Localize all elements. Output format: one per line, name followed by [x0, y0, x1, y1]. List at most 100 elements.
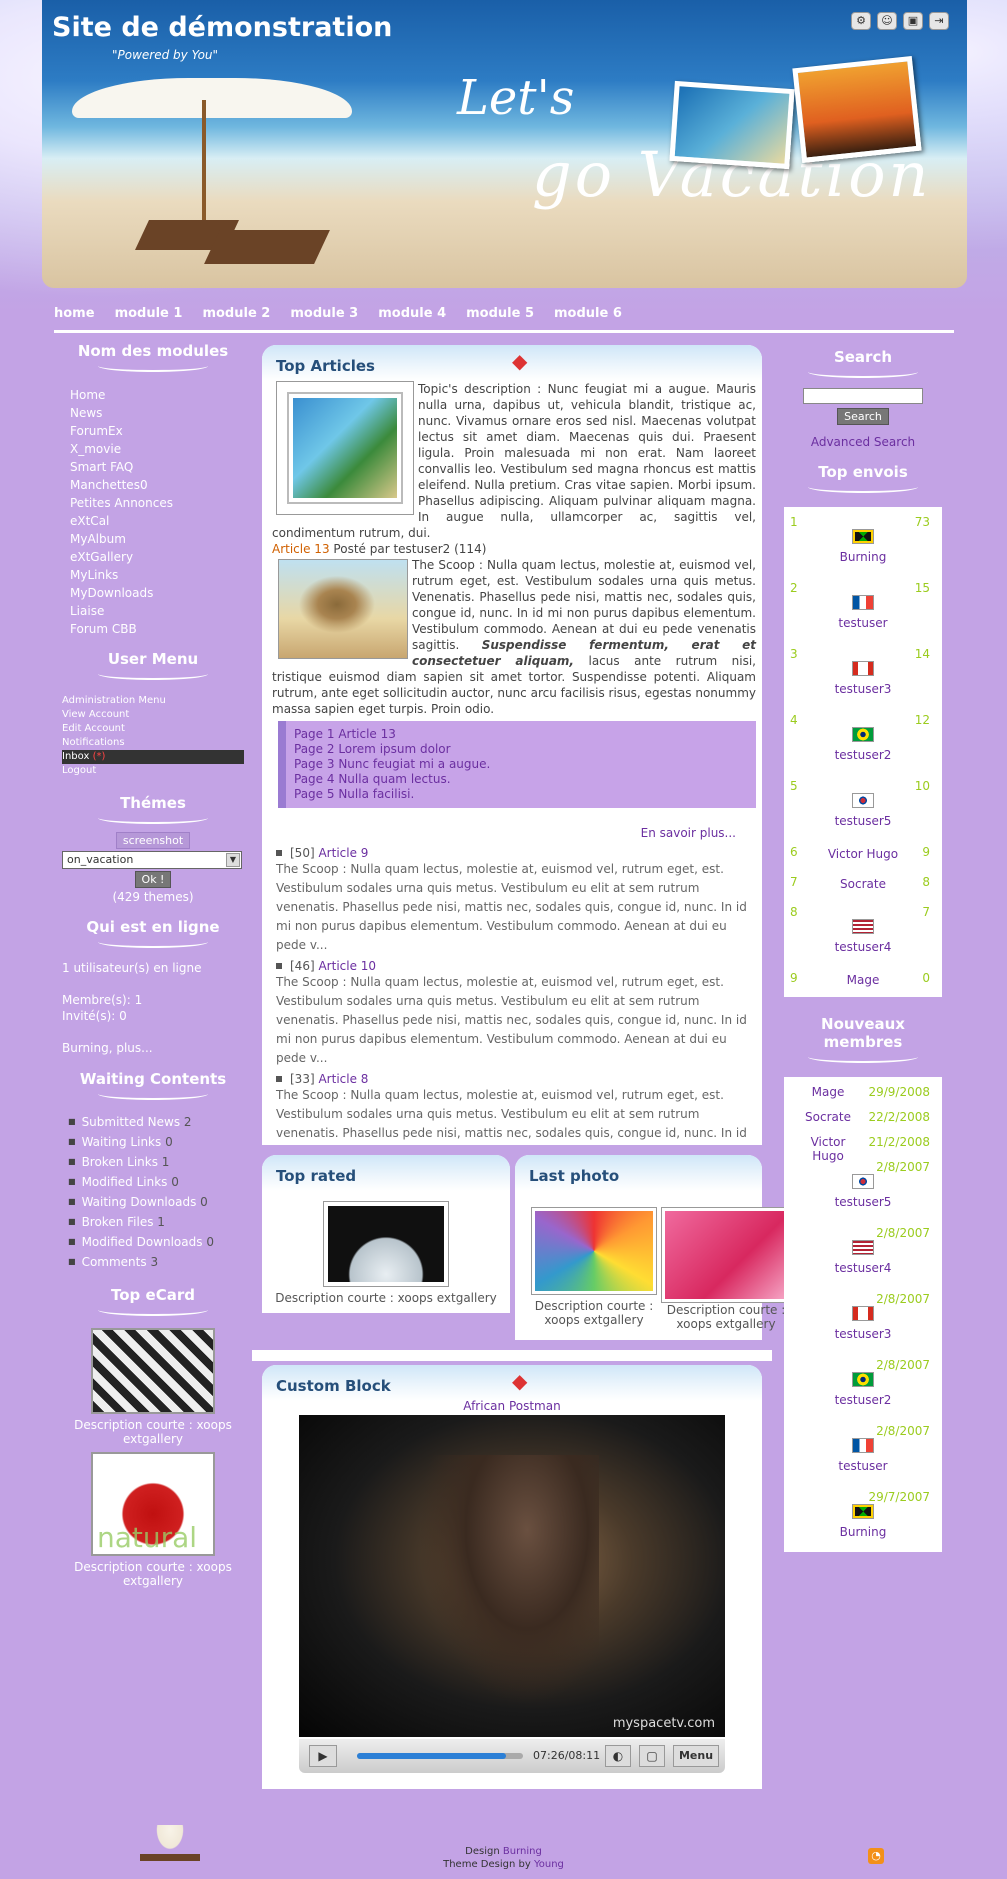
footer-theme-link[interactable]: Young [534, 1859, 564, 1870]
umbrella-photo[interactable] [531, 1207, 657, 1295]
module-link[interactable]: Home [62, 386, 244, 404]
module-link[interactable]: Petites Annonces [62, 494, 244, 512]
topsend-name[interactable]: testuser4 [790, 940, 936, 954]
fr-flag-icon [852, 595, 874, 610]
topsend-name[interactable]: testuser [790, 616, 936, 630]
theme-select[interactable]: on_vacation ▼ [62, 851, 242, 869]
topsend-name[interactable]: Burning [790, 550, 936, 564]
usermenu-admin[interactable]: Administration Menu [62, 694, 244, 708]
last-photo-block: Last photo Description courte : xoops ex… [515, 1155, 791, 1340]
volume-icon[interactable]: ◐ [605, 1745, 631, 1767]
waiting-label: Modified Links [81, 1175, 168, 1189]
article-page-link[interactable]: Page 1 Article 13 [294, 727, 748, 742]
banner-text-lets: Let's [457, 70, 575, 126]
module-link[interactable]: Manchettes0 [62, 476, 244, 494]
article-item: [50] Article 9 The Scoop : Nulla quam lec… [276, 846, 752, 955]
read-more-link[interactable]: En savoir plus... [641, 826, 736, 840]
ecard-photo-apple[interactable]: natural [91, 1452, 215, 1556]
site-title[interactable]: Site de démonstration [52, 12, 392, 43]
play-icon[interactable]: ▶ [309, 1745, 337, 1767]
waiting-item[interactable]: Broken Links 1 [68, 1152, 244, 1172]
topsend-name[interactable]: Victor Hugo [790, 847, 936, 861]
video-player[interactable]: myspacetv.com [299, 1415, 725, 1737]
fullscreen-icon[interactable]: ▢ [639, 1745, 665, 1767]
newmember-name[interactable]: Burning [790, 1525, 936, 1539]
nav-module-5[interactable]: module 5 [466, 306, 534, 321]
theme-ok-button[interactable]: Ok ! [134, 871, 172, 888]
article-page-link[interactable]: Page 5 Nulla facilisi. [294, 787, 748, 802]
waiting-item[interactable]: Modified Links 0 [68, 1172, 244, 1192]
article-page-link[interactable]: Page 2 Lorem ipsum dolor [294, 742, 748, 757]
usermenu-notifications[interactable]: Notifications [62, 736, 244, 750]
newmember-date: 2/8/2007 [876, 1424, 930, 1438]
waiting-item[interactable]: Broken Files 1 [68, 1212, 244, 1232]
usermenu-logout[interactable]: Logout [62, 764, 244, 778]
nav-module-6[interactable]: module 6 [554, 306, 622, 321]
module-link[interactable]: News [62, 404, 244, 422]
topsend-name[interactable]: testuser2 [790, 748, 936, 762]
ecard-photo-film[interactable] [91, 1328, 215, 1414]
computer-icon[interactable]: ▣ [903, 12, 923, 30]
module-link[interactable]: eXtCal [62, 512, 244, 530]
fr-flag-icon [852, 1438, 874, 1453]
waiting-item[interactable]: Modified Downloads 0 [68, 1232, 244, 1252]
nav-module-1[interactable]: module 1 [115, 306, 183, 321]
newmember-name[interactable]: testuser5 [790, 1195, 936, 1209]
screenshot-button[interactable]: screenshot [115, 832, 191, 849]
article-item-link[interactable]: Article 9 [318, 846, 368, 860]
topsend-name[interactable]: testuser5 [790, 814, 936, 828]
video-progress[interactable] [357, 1753, 523, 1759]
nav-module-3[interactable]: module 3 [290, 306, 358, 321]
article-page-link[interactable]: Page 4 Nulla quam lectus. [294, 772, 748, 787]
module-link[interactable]: Smart FAQ [62, 458, 244, 476]
topsend-name[interactable]: Mage [790, 973, 936, 987]
search-input[interactable] [803, 388, 923, 404]
search-button[interactable]: Search [837, 408, 889, 425]
topsend-row: 9 0 Mage [784, 967, 942, 997]
module-link[interactable]: X_movie [62, 440, 244, 458]
exit-icon[interactable]: ⇥ [929, 12, 949, 30]
message-icon[interactable]: ☺ [877, 12, 897, 30]
module-link[interactable]: Liaise [62, 602, 244, 620]
moon-photo[interactable] [323, 1201, 449, 1287]
module-link[interactable]: eXtGallery [62, 548, 244, 566]
topsend-name[interactable]: Socrate [790, 877, 936, 891]
video-title[interactable]: African Postman [262, 1399, 762, 1413]
advanced-search-link[interactable]: Advanced Search [811, 435, 915, 449]
article-13-link[interactable]: Article 13 [272, 542, 330, 556]
module-link[interactable]: Forum CBB [62, 620, 244, 638]
login-icon[interactable]: ⚙ [851, 12, 871, 30]
nav-module-4[interactable]: module 4 [378, 306, 446, 321]
newmember-name[interactable]: Mage [796, 1085, 860, 1099]
waiting-item[interactable]: Comments 3 [68, 1252, 244, 1272]
usermenu-view-account[interactable]: View Account [62, 708, 244, 722]
newmember-name[interactable]: testuser [790, 1459, 936, 1473]
waiting-item[interactable]: Waiting Links 0 [68, 1132, 244, 1152]
waiting-item[interactable]: Waiting Downloads 0 [68, 1192, 244, 1212]
newmember-name[interactable]: testuser4 [790, 1261, 936, 1275]
module-link[interactable]: MyLinks [62, 566, 244, 584]
article-item-link[interactable]: Article 10 [318, 959, 376, 973]
usermenu-edit-account[interactable]: Edit Account [62, 722, 244, 736]
article-page-link[interactable]: Page 3 Nunc feugiat mi a augue. [294, 757, 748, 772]
waiting-item[interactable]: Submitted News 2 [68, 1112, 244, 1132]
online-names[interactable]: Burning, plus... [62, 1040, 244, 1056]
module-link[interactable]: MyDownloads [62, 584, 244, 602]
article-item-link[interactable]: Article 8 [318, 1072, 368, 1086]
pink-photo[interactable] [661, 1207, 791, 1303]
nav-module-2[interactable]: module 2 [202, 306, 270, 321]
module-link[interactable]: ForumEx [62, 422, 244, 440]
usermenu-inbox[interactable]: Inbox (*) [62, 750, 244, 764]
newmember-name[interactable]: testuser3 [790, 1327, 936, 1341]
newmember-name[interactable]: testuser2 [790, 1393, 936, 1407]
menu-button[interactable]: Menu [673, 1745, 719, 1767]
topsend-name[interactable]: testuser3 [790, 682, 936, 696]
footer-design-link[interactable]: Burning [503, 1846, 542, 1857]
topsend-row: 2 15 testuser [784, 577, 942, 643]
rss-icon[interactable]: ◔ [868, 1848, 884, 1864]
module-link[interactable]: MyAlbum [62, 530, 244, 548]
ecard-caption-1: Description courte : xoops extgallery [74, 1418, 232, 1446]
umbrella-image [72, 78, 352, 118]
newmember-name[interactable]: Socrate [796, 1110, 860, 1124]
nav-home[interactable]: home [54, 306, 95, 321]
